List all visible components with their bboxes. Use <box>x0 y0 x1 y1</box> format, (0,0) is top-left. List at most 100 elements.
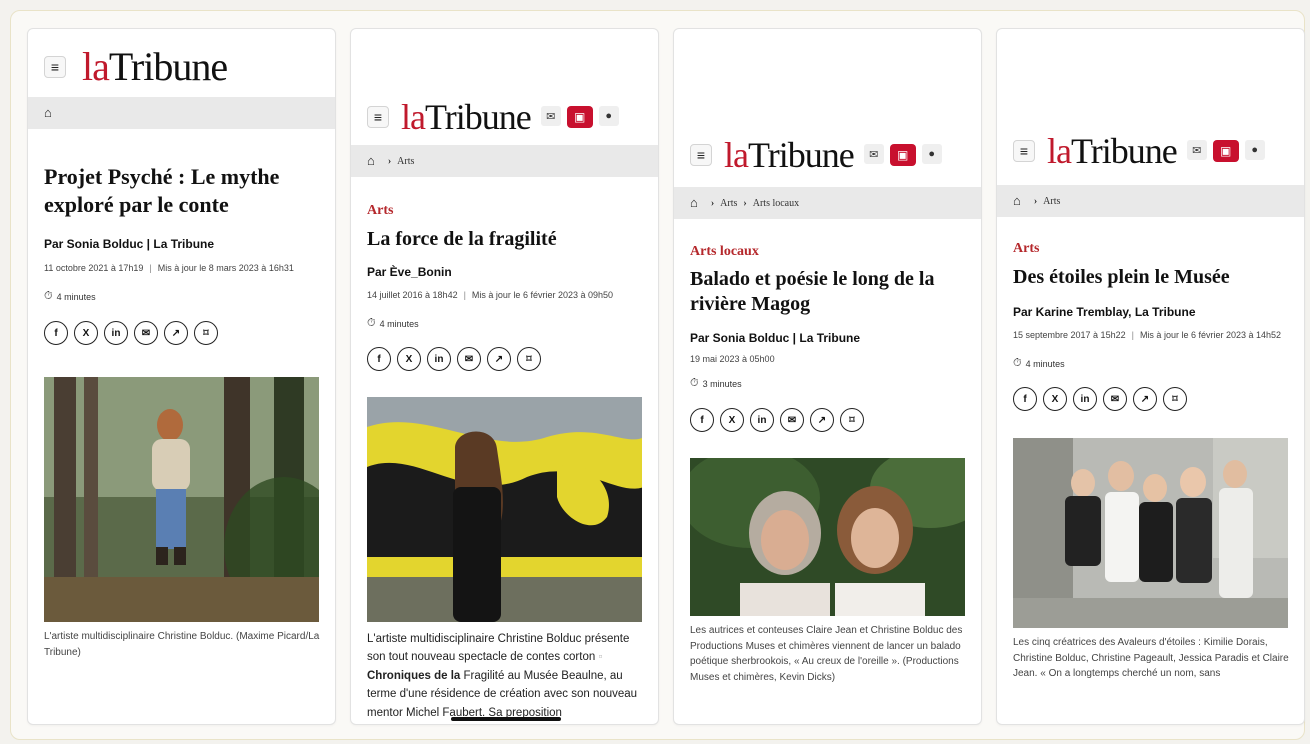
bookmark-icon[interactable]: ⌑ <box>517 347 541 371</box>
chevron-right-icon: › <box>387 155 392 167</box>
header-actions: ✉ ▣ ● <box>540 106 619 128</box>
newsletter-icon[interactable]: ✉ <box>1186 140 1207 160</box>
facebook-icon[interactable]: f <box>1013 387 1037 411</box>
article-title[interactable]: Projet Psyché : Le mythe exploré par le … <box>44 163 321 218</box>
reading-time-label: 4 minutes <box>1025 358 1065 369</box>
intro-emphasis: Chroniques de la <box>367 669 461 682</box>
clock-icon: ⏱ <box>1013 357 1022 369</box>
x-icon[interactable]: X <box>74 321 98 345</box>
breadcrumb-arts-locaux[interactable]: Arts locaux <box>753 198 799 209</box>
account-icon[interactable]: ● <box>1244 140 1265 160</box>
article-photo <box>690 458 965 616</box>
article-intro: L'artiste multidisciplinaire Christine B… <box>367 630 644 722</box>
published-date: 19 mai 2023 à 05h00 <box>690 354 775 364</box>
account-icon[interactable]: ● <box>921 144 942 164</box>
share-bar: f X in ✉ ↗ ⌑ <box>44 321 321 345</box>
chevron-right-icon: › <box>743 197 747 209</box>
logo-la: la <box>401 97 426 137</box>
linkedin-icon[interactable]: in <box>1073 387 1097 411</box>
article-category[interactable]: Arts <box>1013 241 1290 257</box>
linkedin-icon[interactable]: in <box>750 408 774 432</box>
email-icon[interactable]: ✉ <box>780 408 804 432</box>
logo-la: la <box>82 44 110 89</box>
article-card-etoiles: ≡ laTribune ✉ ▣ ● ⌂ › Arts Arts Des étoi… <box>996 28 1305 725</box>
bookmark-icon[interactable]: ⌑ <box>194 321 218 345</box>
updated-date: Mis à jour le 6 février 2023 à 14h52 <box>1139 330 1282 340</box>
breadcrumb: ⌂ › Arts <box>351 145 658 177</box>
facebook-icon[interactable]: f <box>367 347 391 371</box>
menu-icon[interactable]: ≡ <box>690 144 712 166</box>
reading-time-label: 4 minutes <box>379 318 419 329</box>
subscribe-lock-icon[interactable]: ▣ <box>566 106 593 128</box>
article-photo <box>44 377 319 622</box>
separator-icon: ▫ <box>598 651 603 664</box>
logo-tribune: Tribune <box>1070 131 1178 171</box>
home-indicator-bar[interactable] <box>451 717 561 721</box>
email-icon[interactable]: ✉ <box>1103 387 1127 411</box>
newsletter-icon[interactable]: ✉ <box>863 144 884 164</box>
email-icon[interactable]: ✉ <box>134 321 158 345</box>
intro-part-1: L'artiste multidisciplinaire Christine B… <box>367 633 630 664</box>
share-icon[interactable]: ↗ <box>1133 387 1157 411</box>
site-logo[interactable]: laTribune <box>82 44 228 89</box>
article-photo <box>367 397 642 622</box>
clock-icon: ⏱ <box>690 377 699 389</box>
menu-icon[interactable]: ≡ <box>1013 140 1035 162</box>
article-card-psyche: ≡ laTribune ⌂ Projet Psyché : Le mythe e… <box>27 28 336 725</box>
chevron-right-icon: › <box>710 197 715 209</box>
site-header: ≡ laTribune ✉ ▣ ● <box>997 133 1304 169</box>
menu-icon[interactable]: ≡ <box>44 56 66 78</box>
logo-la: la <box>724 135 749 175</box>
linkedin-icon[interactable]: in <box>104 321 128 345</box>
share-icon[interactable]: ↗ <box>164 321 188 345</box>
article-title[interactable]: Balado et poésie le long de la rivière M… <box>690 267 967 317</box>
facebook-icon[interactable]: f <box>690 408 714 432</box>
article-card-balado: ≡ laTribune ✉ ▣ ● ⌂ › Arts › Arts locaux… <box>673 28 982 725</box>
x-icon[interactable]: X <box>397 347 421 371</box>
site-logo[interactable]: laTribune <box>1047 131 1178 171</box>
subscribe-lock-icon[interactable]: ▣ <box>889 144 916 166</box>
photo-caption: Les cinq créatrices des Avaleurs d'étoil… <box>1013 637 1289 679</box>
updated-date: Mis à jour le 8 mars 2023 à 16h31 <box>157 263 294 273</box>
article-card-fragilite: ≡ laTribune ✉ ▣ ● ⌂ › Arts Arts La force… <box>350 28 659 725</box>
photo-two-women <box>690 458 965 616</box>
clock-icon: ⏱ <box>367 317 376 329</box>
x-icon[interactable]: X <box>720 408 744 432</box>
newsletter-icon[interactable]: ✉ <box>540 106 561 126</box>
facebook-icon[interactable]: f <box>44 321 68 345</box>
article-byline: Par Sonia Bolduc | La Tribune <box>690 331 861 345</box>
account-icon[interactable]: ● <box>598 106 619 126</box>
article-byline: Par Sonia Bolduc | La Tribune <box>44 237 215 251</box>
home-icon[interactable]: ⌂ <box>1013 193 1021 209</box>
article-category[interactable]: Arts <box>367 203 644 219</box>
site-logo[interactable]: laTribune <box>401 97 532 137</box>
article-category[interactable]: Arts locaux <box>690 244 967 260</box>
menu-icon[interactable]: ≡ <box>367 106 389 128</box>
published-date: 14 juillet 2016 à 18h42 <box>367 290 458 300</box>
x-icon[interactable]: X <box>1043 387 1067 411</box>
reading-time: ⏱ 3 minutes <box>690 377 967 390</box>
bookmark-icon[interactable]: ⌑ <box>1163 387 1187 411</box>
breadcrumb-arts[interactable]: Arts <box>397 156 414 167</box>
logo-tribune: Tribune <box>747 135 855 175</box>
subscribe-lock-icon[interactable]: ▣ <box>1212 140 1239 162</box>
home-icon[interactable]: ⌂ <box>44 105 52 121</box>
share-icon[interactable]: ↗ <box>487 347 511 371</box>
email-icon[interactable]: ✉ <box>457 347 481 371</box>
article-dates: 15 septembre 2017 à 15h22 | Mis à jour le … <box>1013 330 1282 340</box>
article-title[interactable]: La force de la fragilité <box>367 227 644 252</box>
site-logo[interactable]: laTribune <box>724 135 855 175</box>
article-title[interactable]: Des étoiles plein le Musée <box>1013 265 1290 290</box>
linkedin-icon[interactable]: in <box>427 347 451 371</box>
clock-icon: ⏱ <box>44 290 53 302</box>
home-icon[interactable]: ⌂ <box>367 153 375 169</box>
article-byline: Par Karine Tremblay, La Tribune <box>1013 305 1196 319</box>
share-icon[interactable]: ↗ <box>810 408 834 432</box>
published-date: 15 septembre 2017 à 15h22 <box>1013 330 1126 340</box>
bookmark-icon[interactable]: ⌑ <box>840 408 864 432</box>
article-photo <box>1013 438 1288 628</box>
breadcrumb-arts[interactable]: Arts <box>1043 196 1060 207</box>
breadcrumb-arts[interactable]: Arts <box>720 198 737 209</box>
photo-caption: L'artiste multidisciplinaire Christine B… <box>44 631 320 658</box>
home-icon[interactable]: ⌂ <box>690 195 698 211</box>
